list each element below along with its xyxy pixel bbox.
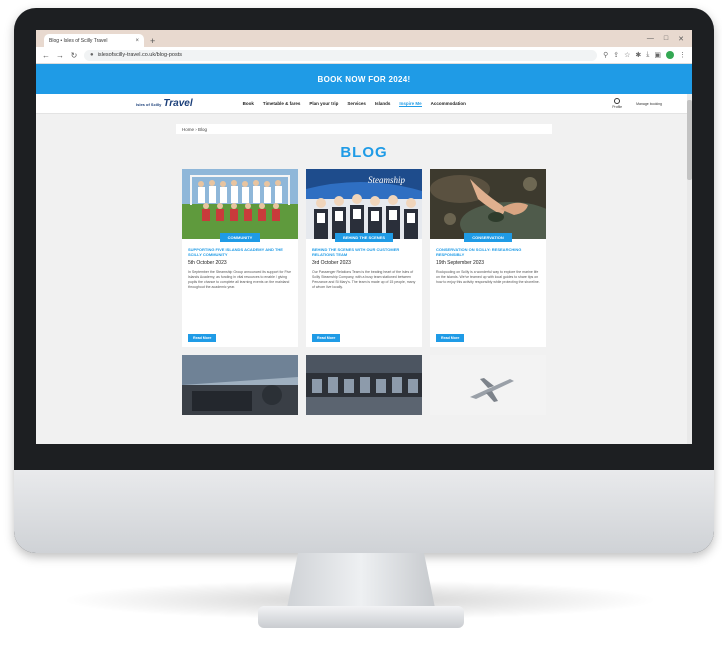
- card-headline[interactable]: BEHIND THE SCENES WITH OUR CUSTOMER RELA…: [312, 247, 416, 257]
- nav-link-timetable[interactable]: Timetable & fares: [263, 101, 300, 107]
- card-category-tag[interactable]: BEHIND THE SCENES: [334, 233, 393, 242]
- book-now-text: BOOK NOW FOR 2024!: [317, 74, 411, 84]
- page-scrollbar[interactable]: [687, 94, 692, 444]
- new-tab-icon[interactable]: +: [150, 35, 155, 47]
- browser-tabstrip: Blog • Isles of Scilly Travel × + — □ ✕: [36, 30, 692, 47]
- card-date: 19th September 2023: [436, 260, 485, 266]
- restaurant-photo: [306, 355, 422, 415]
- blog-card[interactable]: Steamship BEHIND THE SCENES BEHIND THE S…: [306, 169, 422, 347]
- blog-cards: COMMUNITY SUPPORTING FIVE ISLANDS ACADEM…: [176, 169, 552, 347]
- card-category-tag[interactable]: COMMUNITY: [219, 233, 261, 242]
- monitor-stand-base: [258, 606, 464, 628]
- logo-small-text: Isles of Scilly: [136, 102, 162, 107]
- minimize-icon[interactable]: —: [647, 35, 654, 43]
- manage-booking-button[interactable]: Manage booking: [636, 102, 662, 106]
- card-category-tag[interactable]: CONSERVATION: [464, 233, 512, 242]
- blog-card[interactable]: CONSERVATION CONSERVATION ON SCILLY: RES…: [430, 169, 546, 347]
- blog-card-partial[interactable]: [182, 355, 298, 415]
- blog-card-partial[interactable]: [306, 355, 422, 415]
- site-logo[interactable]: Isles of Scilly Travel: [136, 98, 193, 109]
- monitor-stand-neck: [286, 553, 436, 613]
- close-window-icon[interactable]: ✕: [678, 35, 684, 43]
- card-body: CONSERVATION ON SCILLY: RESEARCHING RESP…: [430, 242, 546, 347]
- blog-card[interactable]: COMMUNITY SUPPORTING FIVE ISLANDS ACADEM…: [182, 169, 298, 347]
- tab-title: Blog • Isles of Scilly Travel: [49, 37, 108, 44]
- share-icon[interactable]: ⇪: [613, 51, 619, 59]
- menu-icon[interactable]: ⋮: [679, 51, 686, 59]
- breadcrumb-bar: Home › Blog: [176, 124, 552, 134]
- aircraft-photo: [430, 355, 546, 415]
- card-date: 3rd October 2023: [312, 260, 351, 266]
- nav-links: Book Timetable & fares Plan your trip Se…: [243, 101, 466, 107]
- extensions-icon[interactable]: ✱: [635, 51, 641, 59]
- maximize-icon[interactable]: □: [664, 35, 668, 43]
- forward-icon[interactable]: →: [56, 51, 64, 60]
- address-url: islesofscilly-travel.co.uk/blog-posts: [97, 52, 182, 58]
- profile-label: Profile: [612, 105, 623, 109]
- card-image-football-team[interactable]: [182, 169, 298, 239]
- profile-avatar[interactable]: [666, 51, 674, 59]
- aerial-view-photo: [182, 355, 298, 415]
- nav-link-book[interactable]: Book: [243, 101, 254, 107]
- nav-link-inspire[interactable]: Inspire Me: [399, 101, 422, 107]
- card-headline[interactable]: CONSERVATION ON SCILLY: RESEARCHING RESP…: [436, 247, 540, 257]
- page-title: BLOG: [340, 144, 388, 161]
- read-more-button[interactable]: Read More: [436, 334, 465, 342]
- read-more-button[interactable]: Read More: [312, 334, 341, 342]
- stage: Blog • Isles of Scilly Travel × + — □ ✕ …: [0, 0, 722, 665]
- card-image-customer-team[interactable]: Steamship: [306, 169, 422, 239]
- blog-cards-row-2: [176, 355, 552, 415]
- screen: Blog • Isles of Scilly Travel × + — □ ✕ …: [36, 30, 692, 444]
- browser-tab[interactable]: Blog • Isles of Scilly Travel ×: [44, 34, 144, 47]
- zoom-icon[interactable]: ⚲: [603, 51, 608, 59]
- monitor-chin: [14, 470, 714, 553]
- window-controls: — □ ✕: [647, 35, 692, 43]
- user-icon: [614, 98, 621, 104]
- profile-button[interactable]: Profile: [612, 98, 622, 109]
- card-excerpt: Rockpooling on Scilly is a wonderful way…: [436, 270, 540, 284]
- football-team-photo: [182, 169, 298, 239]
- download-icon[interactable]: ⤓: [646, 51, 649, 59]
- address-bar[interactable]: ● islesofscilly-travel.co.uk/blog-posts: [84, 49, 598, 61]
- nav-link-islands[interactable]: Islands: [375, 101, 391, 107]
- tab-close-icon[interactable]: ×: [135, 38, 139, 44]
- browser-toolbar: ← → ↻ ● islesofscilly-travel.co.uk/blog-…: [36, 47, 692, 64]
- card-body: SUPPORTING FIVE ISLANDS ACADEMY AND THE …: [182, 242, 298, 347]
- read-more-button[interactable]: Read More: [188, 334, 217, 342]
- nav-link-plan[interactable]: Plan your trip: [309, 101, 338, 107]
- nav-utilities: Profile Manage booking: [612, 98, 662, 109]
- page-content: Home › Blog BLOG COMMUNITY SUPPORTING FI…: [36, 124, 692, 415]
- back-icon[interactable]: ←: [42, 51, 50, 60]
- sidebar-icon[interactable]: ▣: [654, 51, 661, 59]
- blog-card-partial[interactable]: [430, 355, 546, 415]
- card-excerpt: In September the Steamship Group announc…: [188, 270, 292, 289]
- scrollbar-thumb[interactable]: [687, 100, 692, 180]
- card-body: BEHIND THE SCENES WITH OUR CUSTOMER RELA…: [306, 242, 422, 347]
- card-headline[interactable]: SUPPORTING FIVE ISLANDS ACADEMY AND THE …: [188, 247, 292, 257]
- svg-text:Steamship: Steamship: [368, 175, 405, 185]
- reload-icon[interactable]: ↻: [70, 51, 78, 60]
- bookmark-star-icon[interactable]: ☆: [624, 51, 630, 59]
- extension-icons: ⚲ ⇪ ☆ ✱ ⤓ ▣ ⋮: [603, 51, 686, 59]
- nav-link-services[interactable]: Services: [347, 101, 366, 107]
- card-excerpt: Our Passenger Relations Team is the beat…: [312, 270, 416, 289]
- site-nav: Isles of Scilly Travel Book Timetable & …: [36, 94, 692, 114]
- lock-icon: ●: [90, 52, 94, 58]
- book-now-banner[interactable]: BOOK NOW FOR 2024!: [36, 64, 692, 94]
- card-image-rockpool[interactable]: [430, 169, 546, 239]
- rockpool-photo: [430, 169, 546, 239]
- card-date: 5th October 2023: [188, 260, 227, 266]
- logo-main-text: Travel: [163, 98, 193, 109]
- nav-link-accommodation[interactable]: Accommodation: [431, 101, 466, 107]
- breadcrumb[interactable]: Home › Blog: [182, 127, 207, 132]
- customer-team-photo: Steamship: [306, 169, 422, 239]
- manage-booking-label: Manage booking: [636, 101, 662, 106]
